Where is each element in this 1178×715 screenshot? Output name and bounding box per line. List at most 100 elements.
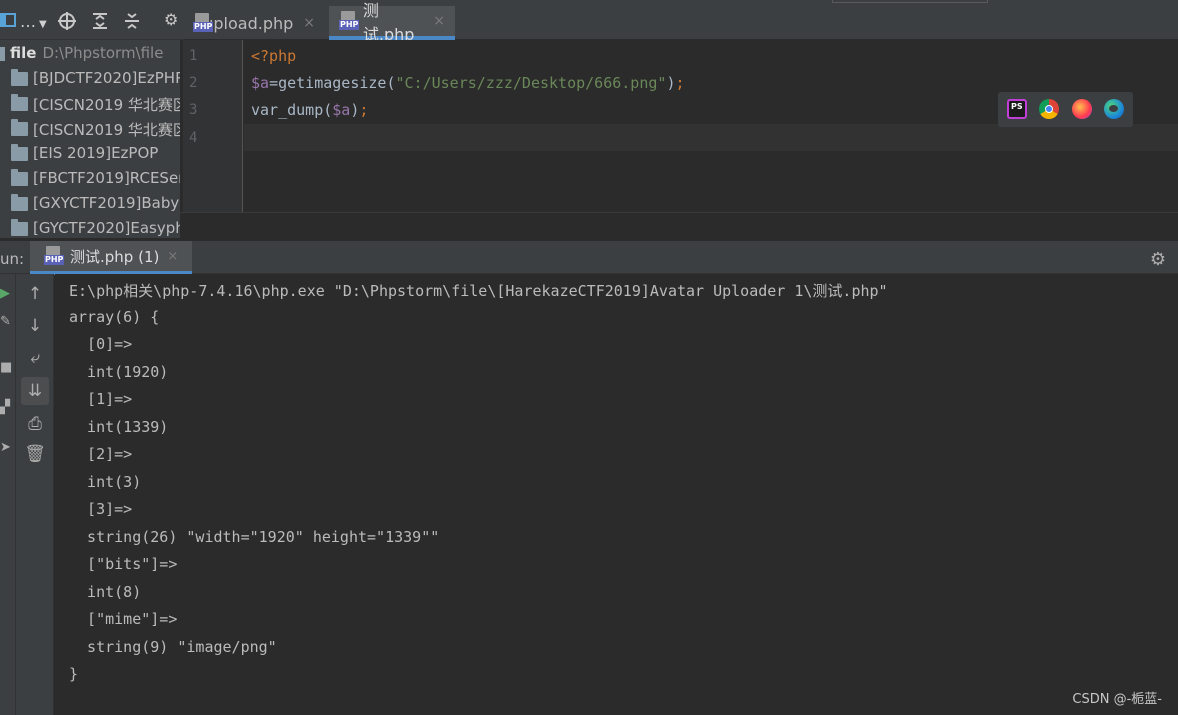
run-toolwindow-header: un: PHP 测试.php (1) × ⚙ xyxy=(0,240,1178,275)
close-icon[interactable]: × xyxy=(433,13,445,29)
firefox-icon[interactable] xyxy=(1072,99,1092,119)
settings-icon[interactable]: ⚙ xyxy=(164,12,178,28)
paren-open: ( xyxy=(323,101,333,119)
tree-item[interactable]: [CISCN2019 华北赛区 xyxy=(0,92,180,116)
dropdown-dots: … xyxy=(20,12,37,31)
tab-test-php[interactable]: PHP 测试.php × xyxy=(329,1,455,44)
run-tab[interactable]: PHP 测试.php (1) × xyxy=(30,241,193,275)
layout-icon[interactable]: ▞ xyxy=(0,400,10,415)
phpstorm-icon[interactable]: PS xyxy=(1007,99,1027,119)
console-line: ["mime"]=> xyxy=(69,610,178,628)
tree-item-label: [CISCN2019 华北赛区 xyxy=(33,121,180,139)
console-line: [2]=> xyxy=(69,445,133,463)
open-in-browser-popup: PS xyxy=(998,92,1133,127)
tree-item[interactable]: [FBCTF2019]RCEServ xyxy=(0,167,180,191)
console-line: string(26) "width="1920" height="1339"" xyxy=(69,528,440,546)
console-line: int(1920) xyxy=(69,363,169,381)
variable: $a xyxy=(251,74,270,92)
code-line-1: <?php xyxy=(251,47,296,65)
folder-icon xyxy=(0,47,5,61)
function-name: getimagesize xyxy=(278,74,387,92)
scroll-to-end-icon[interactable]: ⇊ xyxy=(21,377,49,405)
console-line: int(1339) xyxy=(69,418,169,436)
close-icon[interactable]: × xyxy=(303,15,315,31)
locate-icon[interactable] xyxy=(58,12,76,33)
trash-icon[interactable]: 🗑 xyxy=(16,444,54,464)
folder-icon xyxy=(11,194,28,211)
variable: $a xyxy=(332,101,351,119)
tree-item-label: [BJDCTF2020]EzPHP xyxy=(33,69,180,87)
root-name: file xyxy=(10,44,37,62)
folder-icon xyxy=(11,69,28,86)
project-view-dropdown[interactable]: … ▼ xyxy=(20,12,48,31)
search-field-edge[interactable] xyxy=(832,0,988,3)
down-arrow-icon[interactable]: ↓ xyxy=(16,316,54,336)
php-file-icon: PHP xyxy=(339,11,360,31)
folder-icon xyxy=(11,169,28,186)
console-line: int(8) xyxy=(69,583,142,601)
editor-bottom-area xyxy=(180,212,1178,238)
run-console[interactable]: E:\php相关\php-7.4.16\php.exe "D:\Phpstorm… xyxy=(55,274,1178,715)
folder-icon xyxy=(11,144,28,161)
tree-item-label: [CISCN2019 华北赛区 xyxy=(33,96,180,114)
tree-item[interactable]: [BJDCTF2020]EzPHP xyxy=(0,67,180,91)
console-line: int(3) xyxy=(69,473,142,491)
modify-run-icon[interactable]: ✎ xyxy=(0,314,11,329)
print-icon[interactable]: ⎙ xyxy=(16,414,54,434)
console-line: [0]=> xyxy=(69,335,133,353)
console-line: [1]=> xyxy=(69,390,133,408)
tab-upload-php[interactable]: PHP upload.php × xyxy=(183,6,325,40)
paren-open: ( xyxy=(386,74,396,92)
console-line: ["bits"]=> xyxy=(69,555,178,573)
collapse-all-icon[interactable] xyxy=(124,12,140,33)
project-tree: file D:\Phpstorm\file [BJDCTF2020]EzPHP [… xyxy=(0,40,180,238)
line-number: 1 xyxy=(189,48,198,64)
tree-item-label: [GXYCTF2019]Babys xyxy=(33,194,180,212)
edge-icon[interactable] xyxy=(1104,99,1124,119)
tree-item[interactable]: [CISCN2019 华北赛区 xyxy=(0,117,180,141)
up-arrow-icon[interactable]: ↑ xyxy=(16,284,54,304)
operator: = xyxy=(269,74,279,92)
line-number: 3 xyxy=(189,102,198,118)
console-line: string(9) "image/png" xyxy=(69,638,277,656)
line-number: 2 xyxy=(189,75,198,91)
project-toolbar: … ▼ ⚙ xyxy=(0,0,183,40)
tree-item-label: [EIS 2019]EzPOP xyxy=(33,144,159,162)
pin-icon[interactable]: ➤ xyxy=(0,440,11,455)
tab-label: 测试.php xyxy=(362,1,415,44)
tree-item[interactable]: [GYCTF2020]Easyphp xyxy=(0,217,180,238)
folder-icon xyxy=(11,219,28,236)
tree-item[interactable]: [GXYCTF2019]Babys xyxy=(0,192,180,216)
semicolon: ; xyxy=(675,74,685,92)
function-name: var_dump xyxy=(251,101,324,119)
run-tab-label: 测试.php (1) xyxy=(70,247,160,266)
console-line: [3]=> xyxy=(69,500,133,518)
project-view-icon[interactable] xyxy=(0,12,16,31)
folder-icon xyxy=(11,94,28,111)
console-line: array(6) { xyxy=(69,308,160,326)
root-path: D:\Phpstorm\file xyxy=(42,44,164,62)
php-open-tag: <?php xyxy=(251,47,297,65)
run-actions: ↑ ↓ ⤶ ⇊ ⎙ 🗑 xyxy=(16,274,54,715)
chevron-down-icon: ▼ xyxy=(39,19,48,30)
run-label: un: xyxy=(0,250,25,268)
soft-wrap-icon[interactable]: ⤶ xyxy=(16,348,54,368)
current-line-highlight xyxy=(244,124,1178,151)
console-line: E:\php相关\php-7.4.16\php.exe "D:\Phpstorm… xyxy=(69,282,888,300)
line-number: 4 xyxy=(189,130,198,146)
tree-item[interactable]: [EIS 2019]EzPOP xyxy=(0,142,180,166)
semicolon: ; xyxy=(359,101,369,119)
gear-icon[interactable]: ⚙ xyxy=(1150,249,1166,270)
chrome-icon[interactable] xyxy=(1039,99,1059,119)
tab-label: upload.php xyxy=(203,13,294,33)
close-icon[interactable]: × xyxy=(167,249,178,264)
tree-item-label: [GYCTF2020]Easyphp xyxy=(33,219,180,237)
console-line: } xyxy=(69,665,79,683)
folder-icon xyxy=(11,119,28,136)
rerun-icon[interactable]: ▶ xyxy=(0,286,10,301)
stop-icon[interactable]: ■ xyxy=(0,360,12,375)
php-file-icon: PHP xyxy=(193,13,214,33)
string-literal: "C:/Users/zzz/Desktop/666.png" xyxy=(395,74,667,92)
expand-all-icon[interactable] xyxy=(92,12,108,33)
tree-root-folder[interactable]: file D:\Phpstorm\file xyxy=(0,42,180,66)
